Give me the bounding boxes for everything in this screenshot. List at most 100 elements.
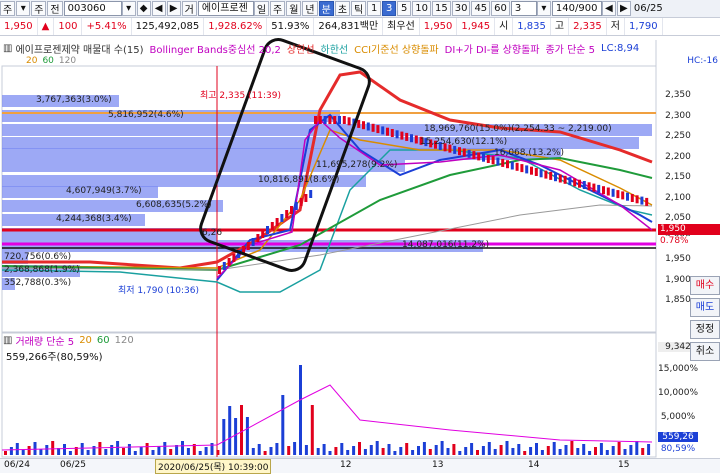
period-day-button[interactable]: 일 (253, 1, 270, 16)
candle (381, 126, 385, 135)
interval-1-button[interactable]: 1 (367, 1, 382, 16)
volume-bar (322, 444, 326, 455)
buy-button[interactable]: 매수 (690, 276, 720, 295)
ma-period-60[interactable]: 60 (42, 56, 53, 66)
stock-code-input[interactable]: 003060 (63, 1, 122, 16)
view-button[interactable]: 주 (0, 1, 16, 16)
legend-volume-profile[interactable]: 에이프로젠제약 매물대 수(15) (15, 41, 143, 56)
interval-select[interactable]: 3 (510, 1, 537, 16)
candle (616, 190, 620, 199)
interval-30-button[interactable]: 30 (451, 1, 471, 16)
volume-bar (222, 419, 226, 455)
volume-profile-label: 14,087,016(11.2%) (402, 240, 490, 250)
code-dropdown-icon[interactable]: ▾ (121, 1, 136, 16)
view-dropdown-icon[interactable]: ▾ (16, 1, 31, 16)
volume-bar (257, 444, 261, 455)
stock-name-field[interactable]: 에이프로젠 (197, 1, 254, 16)
volume-panel-icon[interactable]: ▥ (3, 335, 12, 346)
volume-bar (588, 451, 592, 455)
all-button[interactable]: 전 (47, 1, 63, 16)
ma-period-120[interactable]: 120 (59, 56, 76, 66)
interval-5-button[interactable]: 5 (397, 1, 412, 16)
volume-bar (316, 448, 320, 455)
candle (299, 198, 303, 206)
interval-60-button[interactable]: 60 (491, 1, 510, 16)
legend-upper-band[interactable]: 상한선 (287, 41, 315, 56)
volume-bar (275, 443, 279, 455)
interval-45-button[interactable]: 45 (471, 1, 491, 16)
candle (458, 147, 461, 156)
candle (640, 196, 644, 205)
interval-10-button[interactable]: 10 (412, 1, 431, 16)
volume-bar (293, 442, 297, 455)
time-label-15: 15 (618, 460, 630, 470)
volume-bar (251, 448, 255, 455)
scroll-right-icon[interactable]: ▶ (616, 1, 631, 16)
chart-canvas[interactable] (0, 0, 720, 473)
volume-bar (15, 443, 19, 455)
volume-bar (582, 444, 586, 455)
legend-bollinger[interactable]: Bollinger Bands중심선 20,2 (150, 41, 281, 56)
exchange-button[interactable]: 거 (181, 1, 197, 16)
volume-bar (151, 450, 155, 455)
period-week-button[interactable]: 주 (270, 1, 286, 16)
volume-bar (570, 441, 574, 455)
week-button[interactable]: 주 (31, 1, 47, 16)
volume-bar (487, 442, 491, 455)
volume-ma-60[interactable]: 60 (97, 335, 110, 346)
candle (333, 116, 337, 124)
volume-bar (104, 449, 108, 455)
volume-bar (617, 442, 621, 455)
quote-bar: 1,950 ▲ 100 +5.41% 125,492,085 1,928.62%… (0, 18, 720, 36)
interval-3-button[interactable]: 3 (382, 1, 397, 16)
volume-bar (576, 448, 580, 455)
volume-profile-label: 2,368,868(1.9%) (4, 265, 80, 275)
volume-profile-label: 16,068,(13.2%) (494, 148, 564, 158)
scroll-left-icon[interactable]: ◀ (601, 1, 616, 16)
legend-lower-band[interactable]: 하한선 (321, 41, 349, 56)
volume-bar (546, 446, 550, 455)
legend-ma[interactable]: 종가 단순 5 (545, 41, 595, 56)
time-label-0624: 06/24 (4, 460, 30, 470)
candle (611, 188, 615, 197)
search-icon[interactable]: ◆ (136, 1, 151, 16)
period-tick-button[interactable]: 틱 (351, 1, 367, 16)
volume-ma-120[interactable]: 120 (115, 335, 134, 346)
volume-ratio: 1,928.62% (204, 18, 268, 35)
ma-period-20[interactable]: 20 (26, 56, 37, 66)
data-count-field[interactable]: 140/900 (551, 1, 602, 16)
period-second-button[interactable]: 초 (334, 1, 351, 16)
volume-bar (417, 446, 420, 455)
volume-axis: 9,342 15,000% 10,000% 5,000% 559,26 80,5… (658, 0, 698, 473)
candle (318, 116, 322, 124)
volume-bar (535, 443, 538, 455)
candle (261, 230, 265, 238)
volume-bar (363, 449, 367, 455)
chart-menu-icon[interactable]: ▥ (3, 43, 12, 54)
prev-stock-icon[interactable]: ◀ (151, 1, 166, 16)
volume-bar (9, 447, 13, 455)
volume-bar (405, 443, 409, 455)
period-year-button[interactable]: 년 (302, 1, 318, 16)
legend-di[interactable]: DI+가 DI-를 상향돌파 (445, 41, 540, 56)
interval-15-button[interactable]: 15 (431, 1, 451, 16)
candle (630, 194, 634, 202)
candle (510, 161, 514, 170)
interval-select-arrow-icon[interactable]: ▾ (536, 1, 551, 16)
sell-button[interactable]: 매도 (690, 298, 720, 317)
volume-panel-title[interactable]: 거래량 단순 5 (15, 333, 74, 348)
volume-bar (611, 446, 615, 455)
candle (525, 165, 529, 174)
volume-profile-label: 6,608,635(5.2%) (136, 200, 212, 210)
volume-bar (470, 443, 474, 455)
period-minute-button[interactable]: 분 (318, 1, 334, 16)
volume-bar (163, 442, 167, 455)
legend-cci[interactable]: CCI기준선 상향돌파 (354, 41, 439, 56)
candle (280, 214, 284, 222)
next-stock-icon[interactable]: ▶ (166, 1, 181, 16)
volume-ma-20[interactable]: 20 (79, 335, 92, 346)
period-month-button[interactable]: 월 (286, 1, 302, 16)
volume-bar (481, 446, 485, 455)
candle (304, 194, 308, 202)
candle (534, 168, 538, 176)
